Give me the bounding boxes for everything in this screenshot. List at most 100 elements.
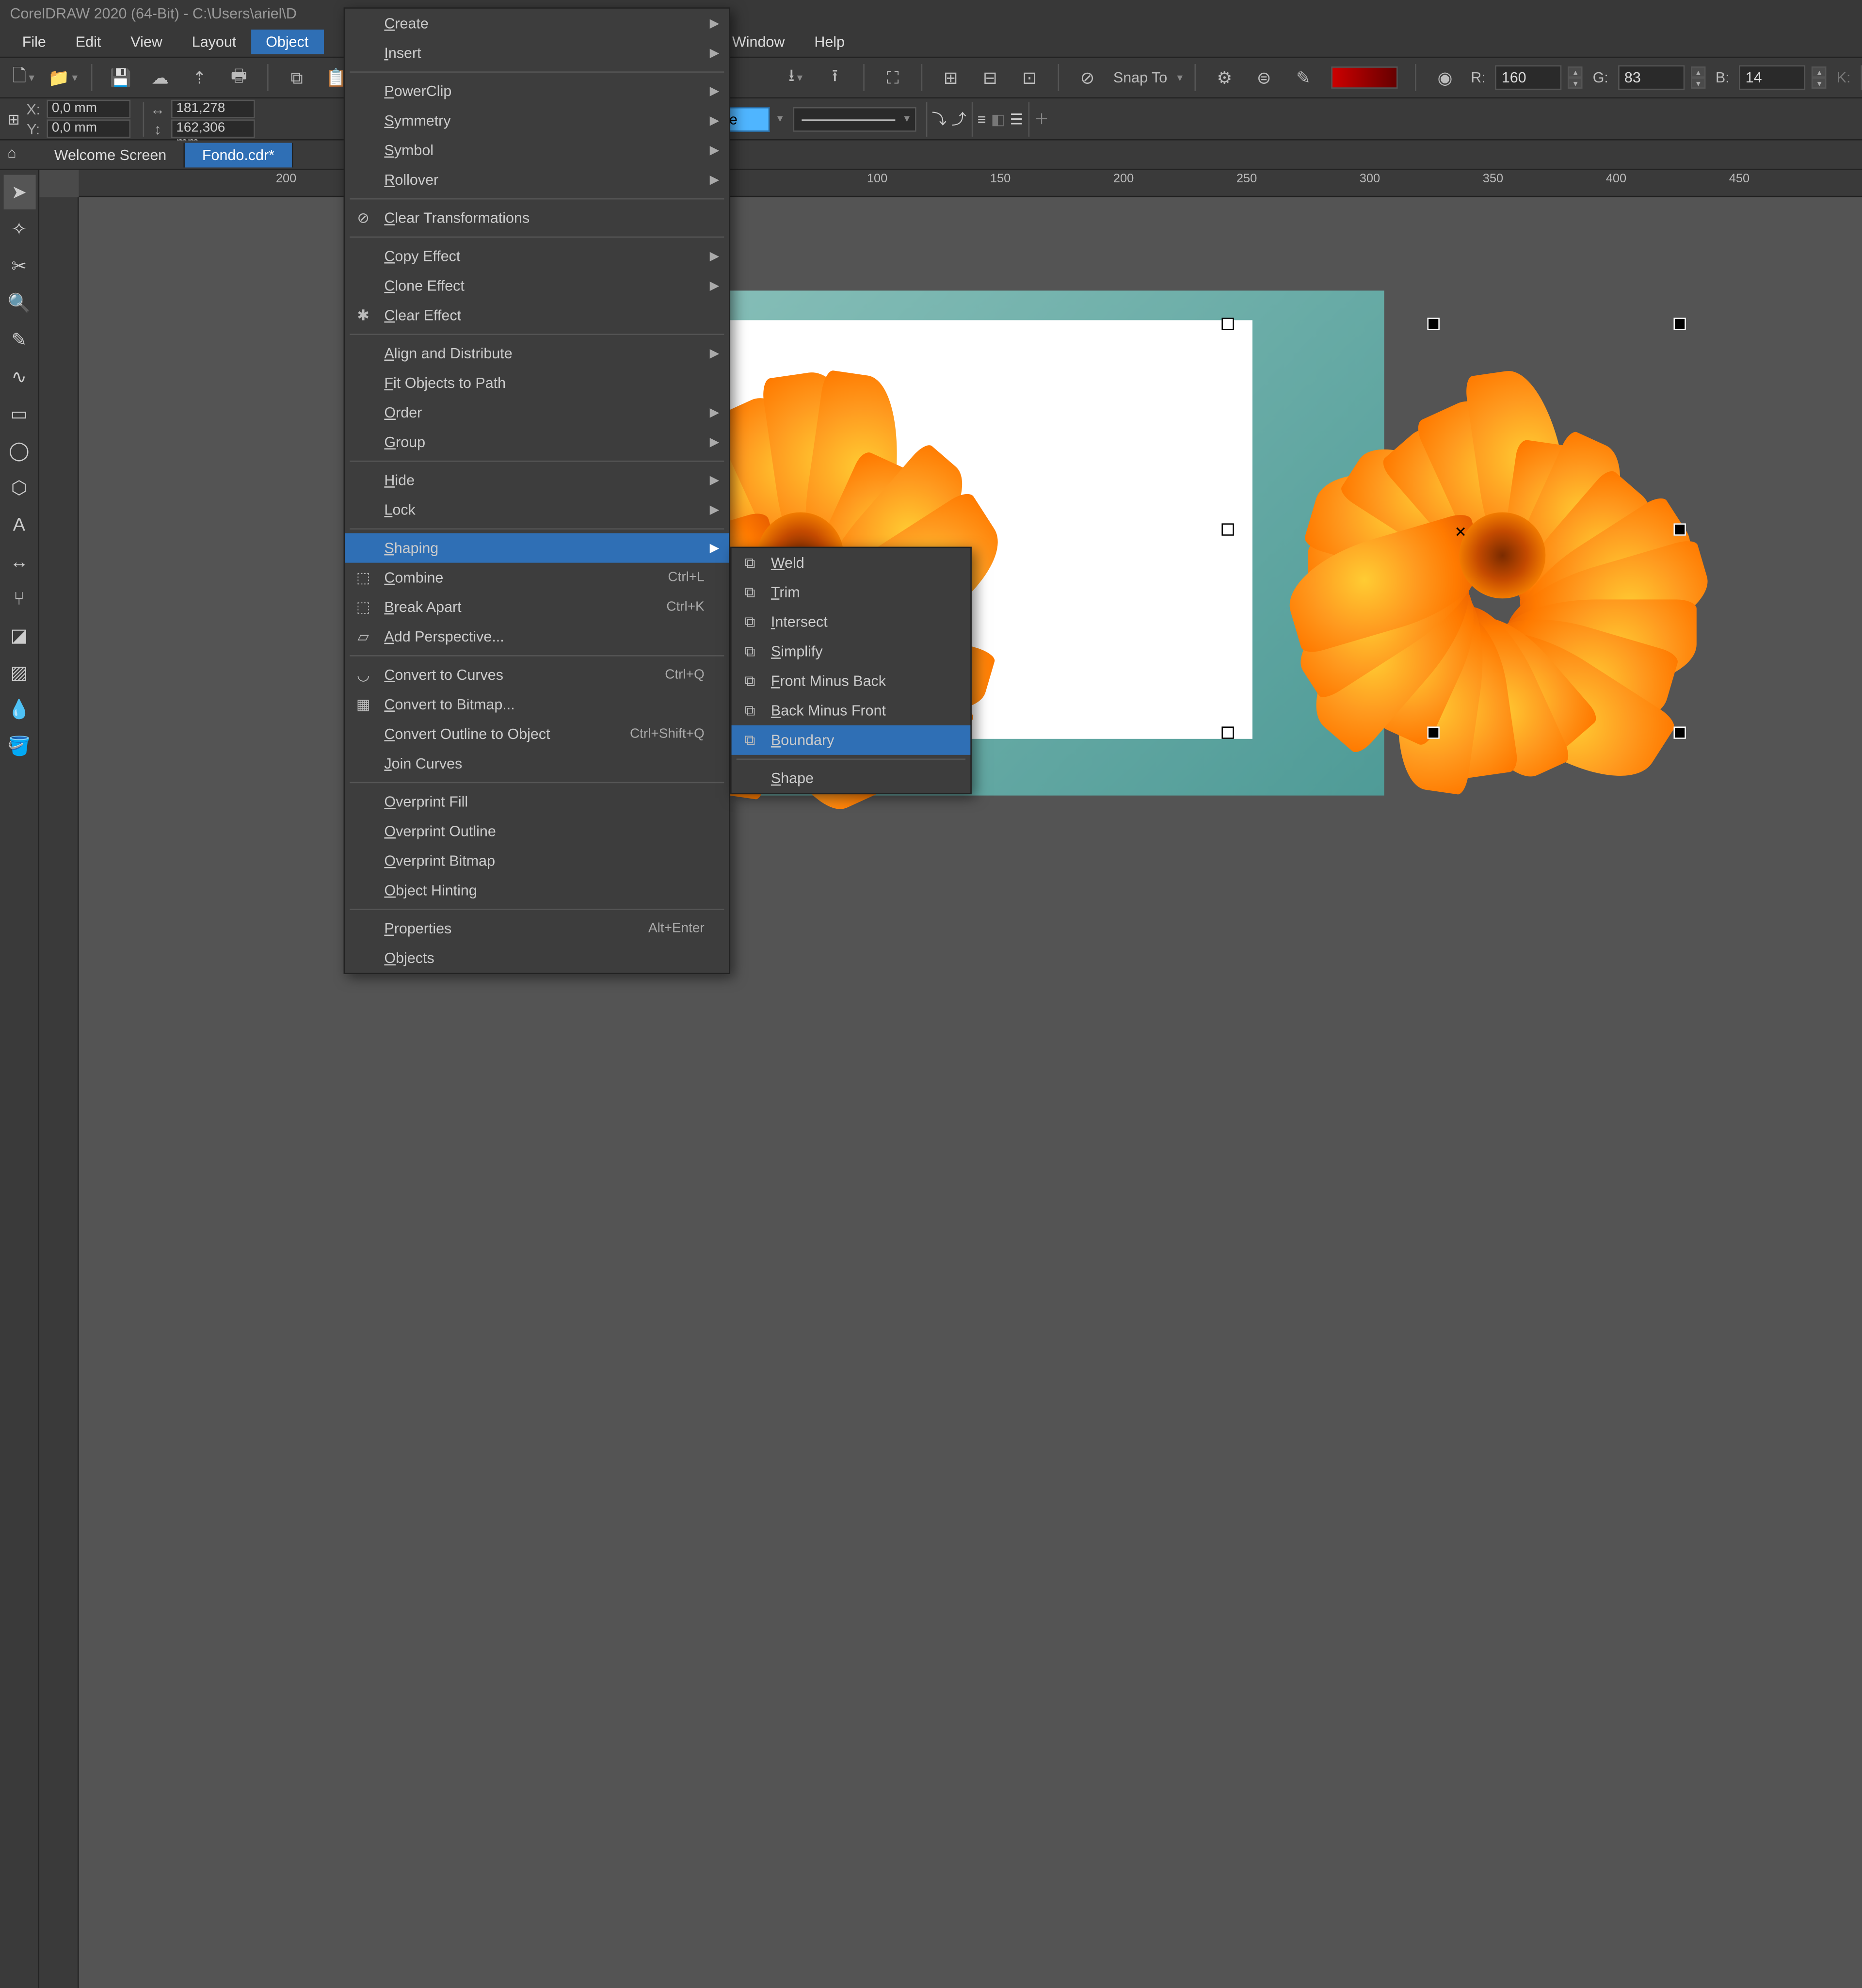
menu-item-shaping[interactable]: Shaping▶ [345,533,729,563]
options-button[interactable]: ⚙ [1208,62,1240,94]
menu-item-boundary[interactable]: ⧉Boundary [732,725,971,755]
wrap-text-button[interactable]: ⤵ [932,108,947,129]
menu-item-front-minus-back[interactable]: ⧉Front Minus Back [732,666,971,696]
rgb-g-input[interactable] [1618,65,1685,90]
menu-item-add-perspective-[interactable]: ▱Add Perspective... [345,622,729,652]
ellipse-tool[interactable]: ◯ [3,433,35,468]
menu-view[interactable]: View [116,30,177,54]
menu-item-order[interactable]: Order▶ [345,398,729,427]
menu-layout[interactable]: Layout [177,30,251,54]
menu-item-back-minus-front[interactable]: ⧉Back Minus Front [732,696,971,725]
zoom-tool[interactable]: 🔍 [3,286,35,320]
menu-item-object-hinting[interactable]: Object Hinting [345,876,729,905]
menu-item-lock[interactable]: Lock▶ [345,495,729,525]
menu-bar: File Edit View Layout Object Window Help [0,27,1862,57]
rectangle-tool[interactable]: ▭ [3,397,35,431]
polygon-tool[interactable]: ⬡ [3,470,35,505]
menu-item-align-and-distribute[interactable]: Align and Distribute▶ [345,338,729,368]
add-button[interactable]: ＋ [1034,108,1049,129]
standard-toolbar: 🗋 📁 💾 ☁ ⇡ 🖶 ⧉ 📋 ⭳ ⭱ ⛶ ⊞ ⊟ ⊡ ⊘ Snap To ▾ … [0,57,1862,98]
pick-tool[interactable]: ➤ [3,175,35,209]
width-field[interactable]: 181,278 mm [171,100,255,118]
menu-item-clear-transformations[interactable]: ⊘Clear Transformations [345,203,729,233]
menu-item-shape[interactable]: Shape [732,764,971,793]
menu-file[interactable]: File [7,30,61,54]
toolbox: ➤ ✧ ✂ 🔍 ✎ ∿ ▭ ◯ ⬡ A ↔ ⑂ ◪ ▨ 💧 🪣 [0,170,39,1988]
menu-item-convert-to-bitmap-[interactable]: ▦Convert to Bitmap... [345,689,729,719]
home-icon[interactable]: ⌂ [7,144,16,161]
menu-item-group[interactable]: Group▶ [345,427,729,457]
menu-item-clone-effect[interactable]: Clone Effect▶ [345,271,729,301]
height-field[interactable]: 162,306 mm [171,119,255,138]
menu-item-insert[interactable]: Insert▶ [345,38,729,68]
crop-tool[interactable]: ✂ [3,249,35,283]
tab-document[interactable]: Fondo.cdr* [185,142,293,167]
menu-item-fit-objects-to-path[interactable]: Fit Objects to Path [345,368,729,398]
connector-tool[interactable]: ⑂ [3,581,35,616]
guides-button[interactable]: ⊟ [974,62,1006,94]
tab-welcome[interactable]: Welcome Screen [37,142,185,167]
print-button[interactable]: 🖶 [223,62,255,94]
layout-options-button[interactable]: ⊜ [1248,62,1280,94]
y-position[interactable]: 0,0 mm [47,119,131,138]
menu-item-symbol[interactable]: Symbol▶ [345,135,729,165]
shape-tool[interactable]: ✧ [3,212,35,246]
menu-object[interactable]: Object [251,30,323,54]
rgb-r-input[interactable] [1495,65,1562,90]
canvas-container: 200 100 150 200 250 300 350 400 450 mill… [39,170,1862,1988]
object-dropdown-menu: Create▶Insert▶ PowerClip▶Symmetry▶Symbol▶… [344,7,730,974]
line-style-dropdown[interactable]: ▾ [793,107,916,131]
menu-item-hide[interactable]: Hide▶ [345,465,729,495]
menu-item-simplify[interactable]: ⧉Simplify [732,637,971,666]
menu-item-powerclip[interactable]: PowerClip▶ [345,76,729,106]
menu-item-combine: ⬚CombineCtrl+L [345,563,729,593]
snap-off-button[interactable]: ⊘ [1072,62,1104,94]
save-button[interactable]: 💾 [105,62,137,94]
menu-item-join-curves[interactable]: Join Curves [345,749,729,778]
menu-item-break-apart: ⬚Break ApartCtrl+K [345,593,729,622]
new-file-button[interactable]: 🗋 [7,62,39,94]
wrap-text-button-2[interactable]: ⤴ [951,108,966,129]
grid-button[interactable]: ⊞ [935,62,967,94]
import-button[interactable]: ⭳ [780,62,812,94]
freehand-tool[interactable]: ✎ [3,322,35,357]
cloud-up-button[interactable]: ⇡ [183,62,215,94]
open-file-button[interactable]: 📁 [47,62,79,94]
menu-item-trim[interactable]: ⧉Trim [732,577,971,607]
menu-item-objects[interactable]: Objects [345,943,729,973]
menu-item-convert-to-curves[interactable]: ◡Convert to CurvesCtrl+Q [345,660,729,689]
fullscreen-button[interactable]: ⛶ [877,62,909,94]
dropshadow-tool[interactable]: ◪ [3,618,35,653]
x-position[interactable]: 0,0 mm [47,100,131,118]
text-tool[interactable]: A [3,507,35,542]
menu-edit[interactable]: Edit [61,30,115,54]
copy-button[interactable]: ⧉ [281,62,313,94]
document-tabs: ⌂ Welcome Screen Fondo.cdr* [0,141,1862,170]
menu-item-copy-effect[interactable]: Copy Effect▶ [345,241,729,271]
eyedropper-tool[interactable]: 💧 [3,692,35,726]
select-all-icon[interactable]: ⊞ [7,110,20,128]
rgb-b-input[interactable] [1739,65,1806,90]
export-button[interactable]: ⭱ [819,62,851,94]
menu-help[interactable]: Help [800,30,860,54]
menu-item-properties[interactable]: PropertiesAlt+Enter [345,914,729,943]
cloud-button[interactable]: ☁ [144,62,176,94]
menu-item-create[interactable]: Create▶ [345,9,729,38]
layers-button[interactable]: ☰ [1010,110,1023,128]
bezier-tool[interactable]: ∿ [3,360,35,394]
rulers-button[interactable]: ⊡ [1013,62,1045,94]
color-preview [1332,66,1398,89]
color-model-icon[interactable]: ◉ [1429,62,1461,94]
menu-item-symmetry[interactable]: Symmetry▶ [345,106,729,135]
menu-item-overprint-fill[interactable]: Overprint Fill [345,787,729,817]
dimension-tool[interactable]: ↔ [3,545,35,579]
order-button[interactable]: ◧ [991,110,1005,128]
menu-item-weld[interactable]: ⧉Weld [732,548,971,577]
snap-to-label[interactable]: Snap To [1113,69,1167,86]
transparency-tool[interactable]: ▨ [3,655,35,689]
fill-tool[interactable]: 🪣 [3,729,35,763]
menu-item-intersect[interactable]: ⧉Intersect [732,607,971,637]
pen-button[interactable]: ✎ [1287,62,1319,94]
align-button[interactable]: ≡ [978,110,986,128]
menu-item-rollover[interactable]: Rollover▶ [345,165,729,194]
